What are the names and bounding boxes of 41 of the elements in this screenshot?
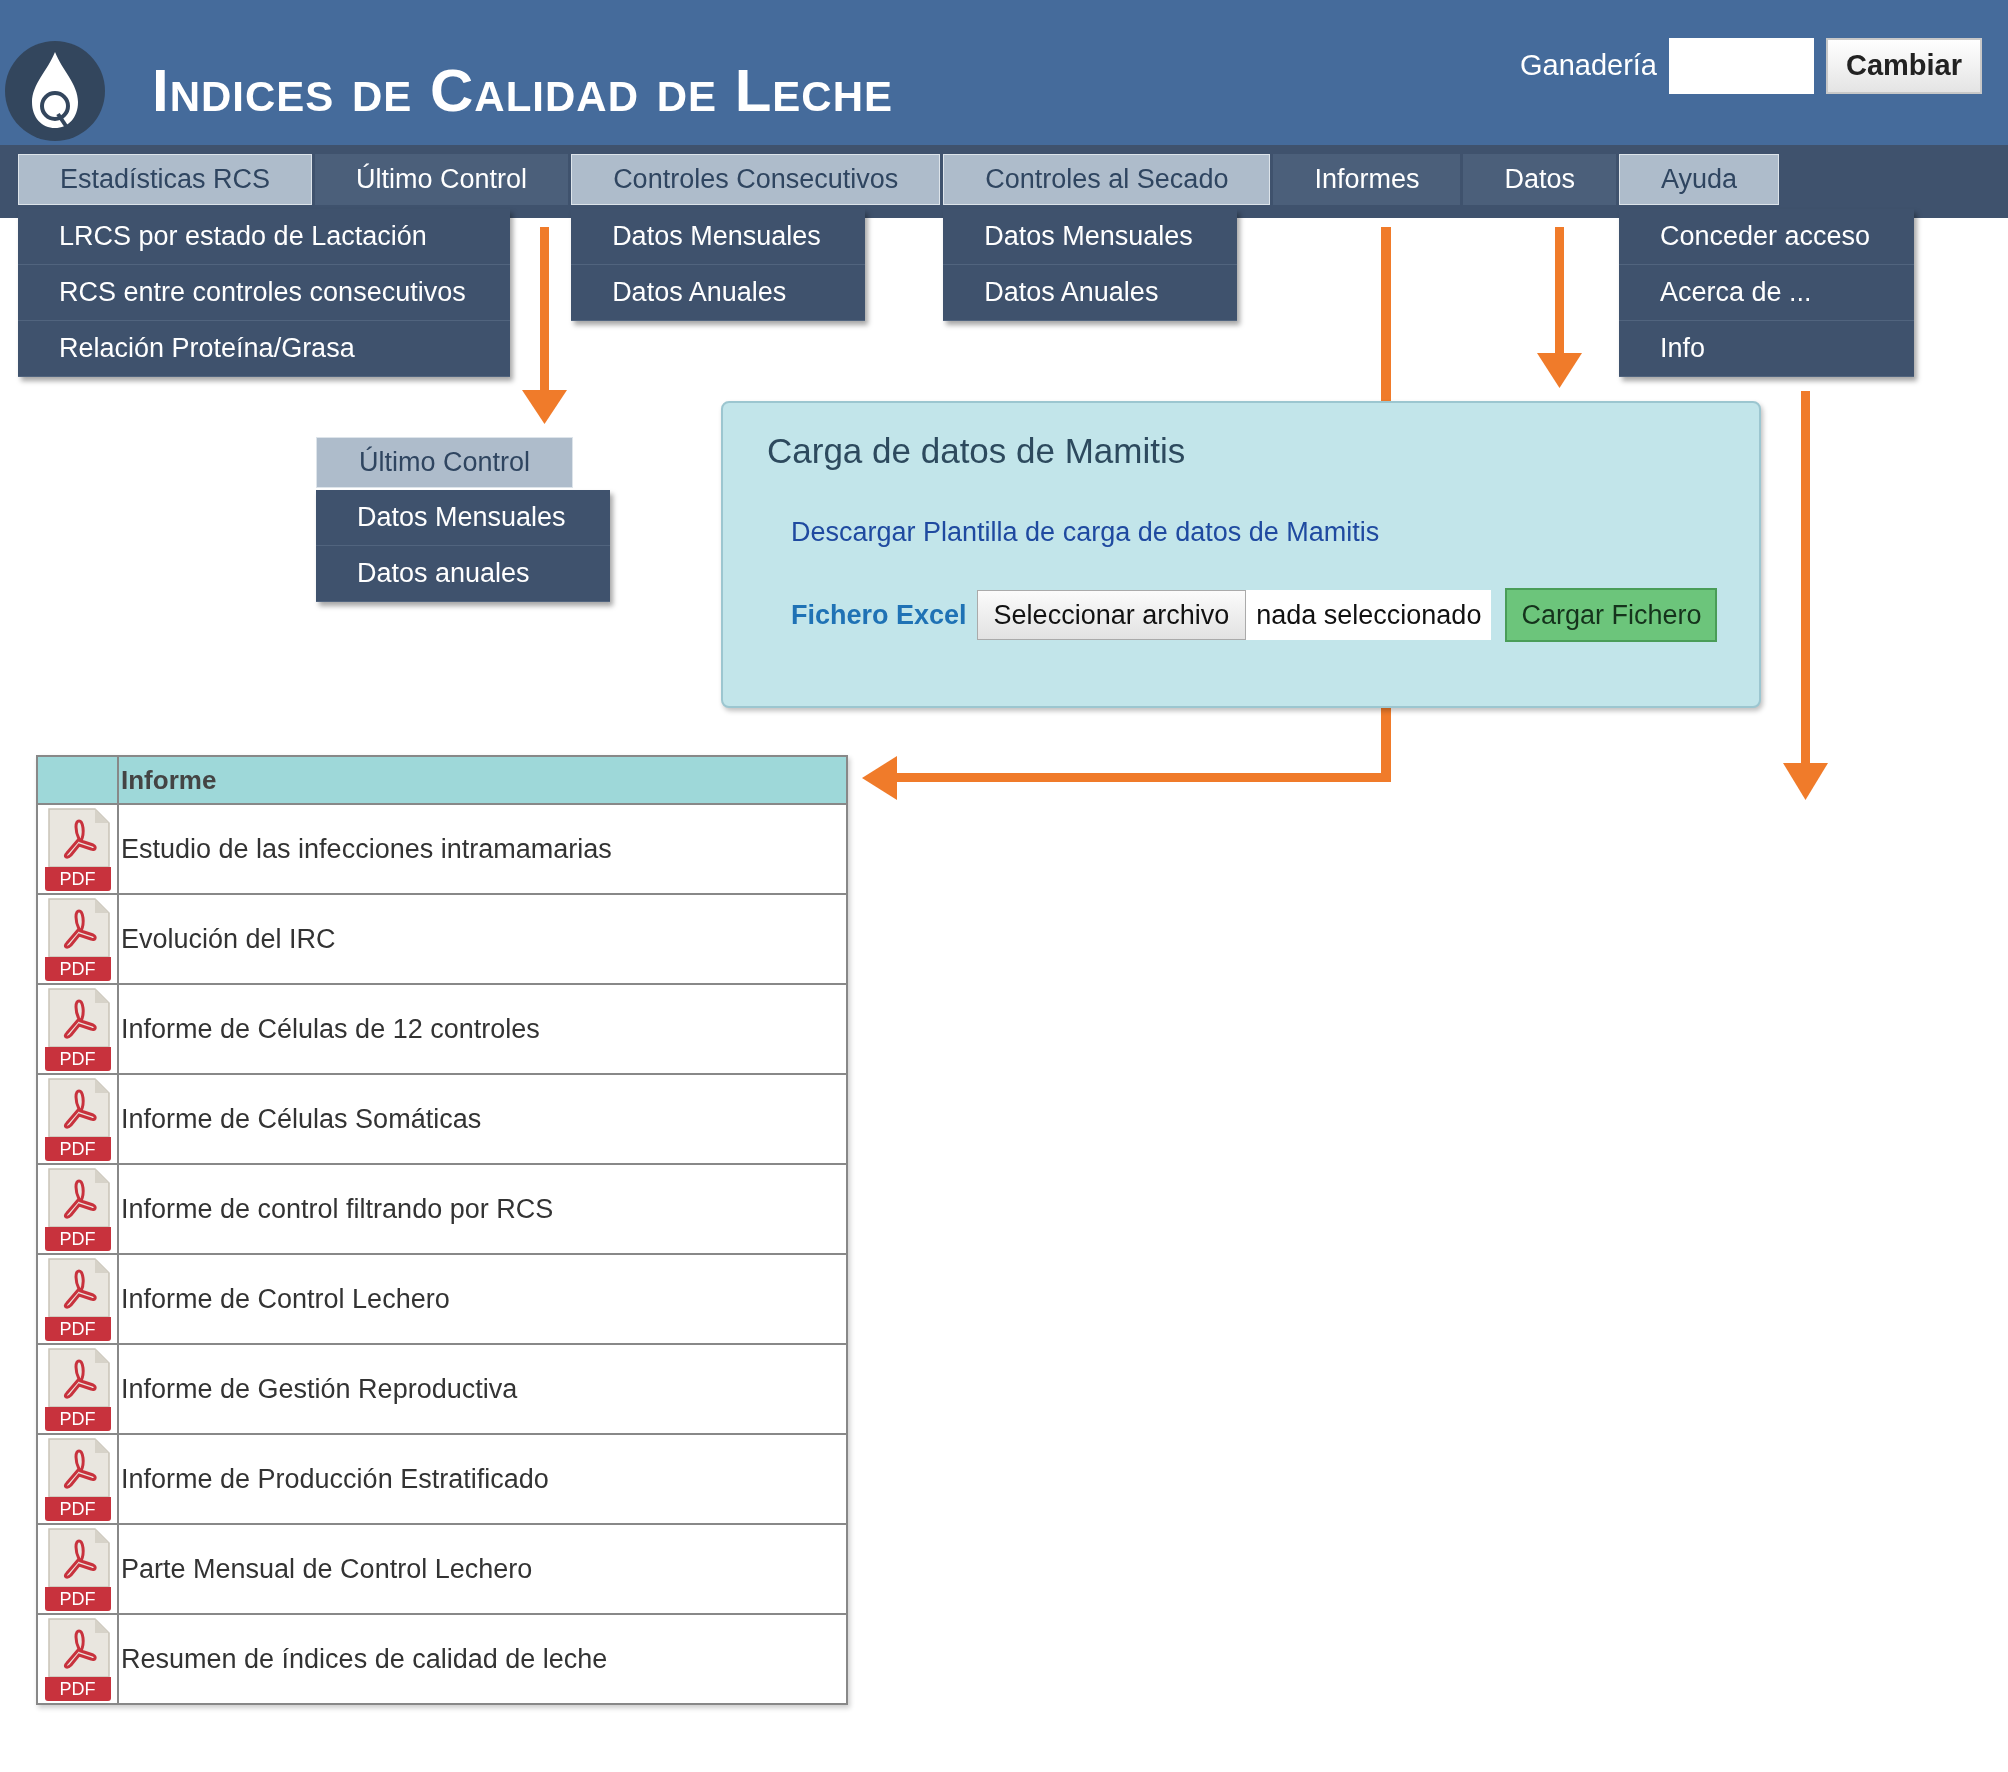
report-name-cell[interactable]: Informe de Células de 12 controles: [118, 984, 847, 1074]
app-title: Indices de Calidad de Leche: [152, 56, 894, 125]
farm-label: Ganadería: [1519, 49, 1657, 82]
menu-item[interactable]: Acerca de ...: [1619, 265, 1915, 321]
menu-item[interactable]: Datos Anuales: [571, 265, 865, 321]
farm-input-field[interactable]: [1669, 37, 1814, 94]
menu-tab[interactable]: Estadísticas RCS: [18, 154, 313, 205]
report-name-cell[interactable]: Informe de Gestión Reproductiva: [118, 1344, 847, 1434]
upload-button[interactable]: Cargar Fichero: [1505, 588, 1718, 642]
template-link[interactable]: Descargar Plantilla de carga de datos de Mamitis: [791, 517, 1380, 548]
menu-tab[interactable]: Ayuda: [1619, 154, 1780, 205]
report-name-cell[interactable]: Resumen de índices de calidad de leche: [118, 1614, 847, 1704]
menu-item[interactable]: Conceder acceso: [1619, 209, 1915, 265]
file-label: Fichero Excel: [791, 599, 967, 631]
menu-item[interactable]: Datos Mensuales: [943, 209, 1237, 265]
table-header-cell: Informe: [118, 756, 847, 804]
menu-item[interactable]: Relación Proteína/Grasa: [18, 321, 510, 377]
menu-item[interactable]: LRCS por estado de Lactación: [18, 209, 510, 265]
menu-tab[interactable]: Último Control: [315, 154, 569, 205]
menu-tab[interactable]: Datos: [1463, 154, 1616, 205]
menu-item[interactable]: Datos Mensuales: [316, 490, 610, 546]
card-title: Carga de datos de Mamitis: [767, 431, 1187, 471]
report-name-cell[interactable]: Estudio de las infecciones intramamarias: [118, 804, 847, 894]
report-name-cell[interactable]: Informe de control filtrando por RCS: [118, 1164, 847, 1254]
report-name-cell[interactable]: Evolución del IRC: [118, 894, 847, 984]
change-button[interactable]: Cambiar: [1826, 37, 1982, 94]
menu-item[interactable]: Datos Anuales: [943, 265, 1237, 321]
menu-tab[interactable]: Controles al Secado: [943, 154, 1271, 205]
report-name-cell[interactable]: Informe de Producción Estratificado: [118, 1434, 847, 1524]
menu-item[interactable]: RCS entre controles consecutivos: [18, 265, 510, 321]
menu-item[interactable]: Datos anuales: [316, 546, 610, 602]
report-name-cell[interactable]: Informe de Control Lechero: [118, 1254, 847, 1344]
menu-tab[interactable]: Informes: [1273, 154, 1461, 205]
file-status: nada seleccionado: [1246, 590, 1492, 640]
menu-item[interactable]: Datos Mensuales: [571, 209, 865, 265]
report-name-cell[interactable]: Parte Mensual de Control Lechero: [118, 1524, 847, 1614]
choose-file-button[interactable]: Seleccionar archivo: [976, 590, 1247, 640]
menu-item[interactable]: Info: [1619, 321, 1915, 377]
menu-tab[interactable]: Último Control: [316, 437, 574, 488]
menu-tab[interactable]: Controles Consecutivos: [571, 154, 941, 205]
report-name-cell[interactable]: Informe de Células Somáticas: [118, 1074, 847, 1164]
